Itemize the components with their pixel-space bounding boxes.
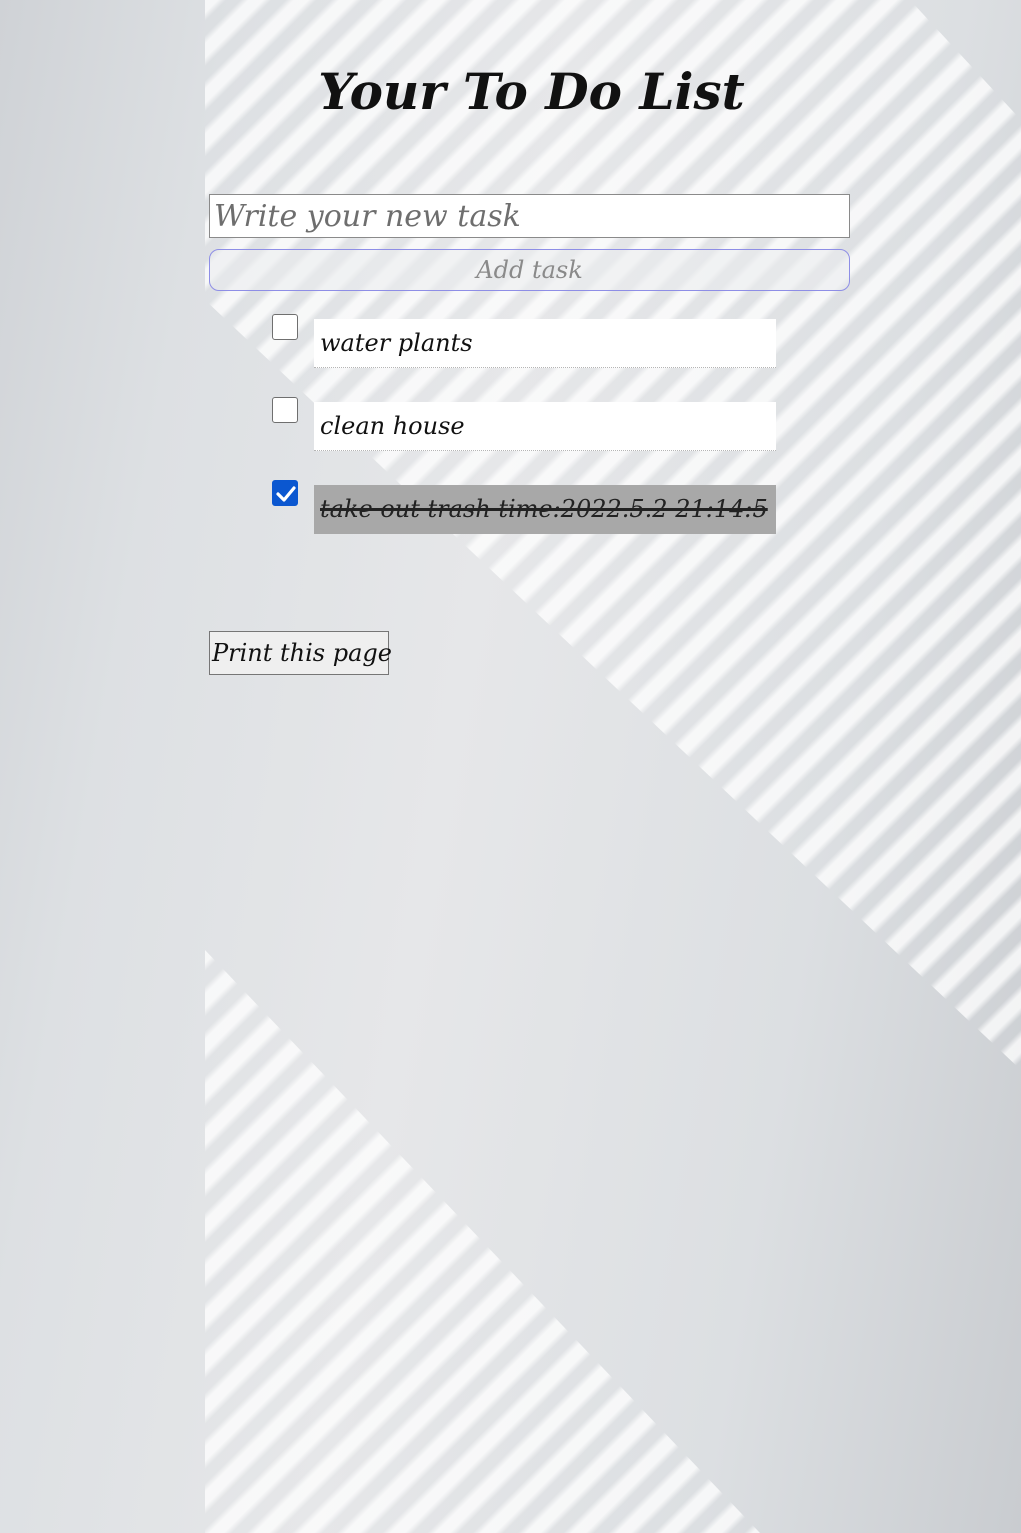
- page-title: Your To Do List: [318, 62, 745, 121]
- new-task-input[interactable]: [209, 194, 850, 238]
- print-page-button[interactable]: Print this page: [209, 631, 392, 675]
- task-text[interactable]: water plants: [314, 319, 776, 368]
- add-task-button[interactable]: Add task: [209, 249, 850, 291]
- task-checkbox-checked[interactable]: [272, 480, 298, 506]
- task-checkbox[interactable]: [272, 314, 298, 340]
- task-text[interactable]: clean house: [314, 402, 776, 451]
- task-checkbox[interactable]: [272, 397, 298, 423]
- task-text-completed[interactable]: take out trash time:2022.5.2 21:14:5: [314, 485, 776, 534]
- check-icon: [276, 486, 296, 502]
